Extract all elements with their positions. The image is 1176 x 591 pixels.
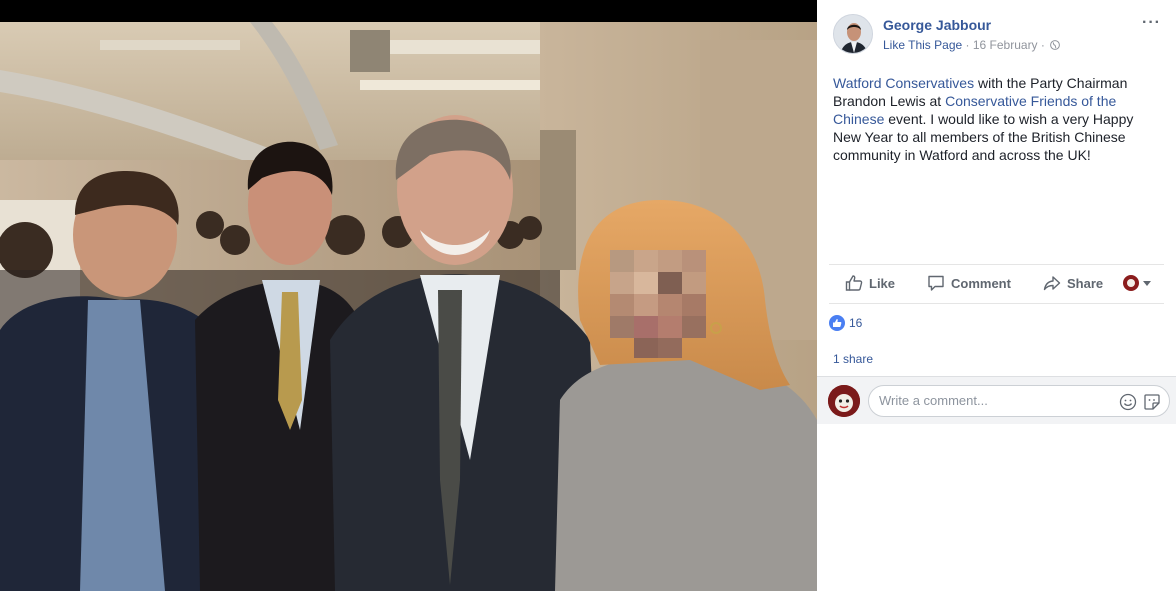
- emoji-icon[interactable]: [1119, 393, 1137, 411]
- commenter-avatar[interactable]: [828, 385, 860, 417]
- share-icon: [1043, 276, 1061, 291]
- author-name[interactable]: George Jabbour: [883, 17, 991, 33]
- meta-separator: ·: [1040, 38, 1045, 52]
- page-avatar[interactable]: [833, 14, 873, 54]
- like-label: Like: [869, 275, 896, 291]
- user-avatar-icon: [828, 385, 860, 417]
- comment-icon: [928, 275, 944, 291]
- watford-conservatives-link[interactable]: Watford Conservatives: [833, 75, 974, 91]
- post-date[interactable]: 16 February: [973, 38, 1038, 52]
- comment-label: Comment: [951, 275, 1011, 291]
- thumbs-up-icon: [845, 275, 863, 291]
- comment-button[interactable]: Comment: [927, 274, 1011, 292]
- action-bar: Like Comment Share: [829, 264, 1164, 304]
- reactions-summary[interactable]: 16: [829, 312, 862, 334]
- thumbs-up-icon: [833, 319, 842, 327]
- more-options-icon[interactable]: ···: [1142, 14, 1161, 32]
- post-meta: Like This Page · 16 February ·: [883, 38, 1061, 52]
- post-panel: George Jabbour Like This Page · 16 Febru…: [817, 0, 1176, 591]
- like-page-link[interactable]: Like This Page: [883, 38, 962, 52]
- shares-count-link[interactable]: 1 share: [833, 352, 873, 366]
- post-text: Watford Conservatives with the Party Cha…: [833, 74, 1163, 164]
- chevron-down-icon: [1143, 280, 1151, 286]
- like-reaction-icon: [829, 315, 845, 331]
- reaction-count: 16: [849, 316, 863, 330]
- profile-photo-icon: [834, 15, 872, 53]
- group-photo-illustration: [0, 0, 817, 591]
- user-avatar-icon: [1123, 275, 1139, 291]
- like-button[interactable]: Like: [845, 274, 895, 292]
- post-header: George Jabbour Like This Page · 16 Febru…: [833, 14, 1163, 56]
- comment-composer: [817, 376, 1176, 424]
- share-button[interactable]: Share: [1043, 274, 1103, 292]
- react-as-selector[interactable]: [1123, 275, 1151, 291]
- meta-separator: ·: [965, 38, 970, 52]
- share-label: Share: [1067, 275, 1104, 291]
- comment-box: [868, 385, 1170, 417]
- comment-input[interactable]: [879, 393, 1109, 408]
- sticker-icon[interactable]: [1143, 393, 1161, 411]
- post-photo[interactable]: [0, 0, 817, 591]
- globe-icon: [1050, 40, 1061, 50]
